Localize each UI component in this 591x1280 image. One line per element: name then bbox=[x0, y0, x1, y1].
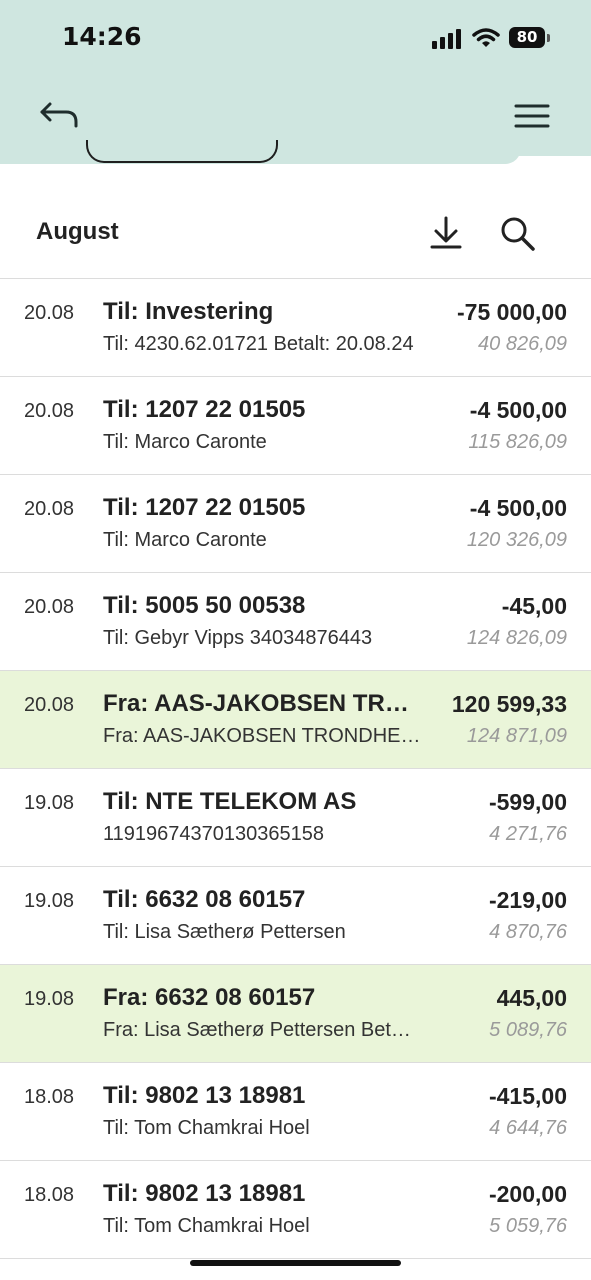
transaction-row[interactable]: 18.08 Til: 9802 13 18981 Til: Tom Chamkrai… bbox=[0, 1161, 591, 1259]
transaction-amount: -219,00 bbox=[488, 887, 567, 913]
transaction-date: 20.08 bbox=[24, 596, 75, 618]
transaction-title: Til: 1207 22 01505 bbox=[103, 396, 306, 423]
transaction-row[interactable]: 20.08 Til: Investering Til: 4230.62.01721 … bbox=[0, 279, 591, 377]
transaction-amount: -4 500,00 bbox=[469, 495, 567, 521]
hamburger-menu-icon[interactable] bbox=[512, 100, 552, 134]
transaction-balance: 124 871,09 bbox=[466, 725, 567, 747]
transaction-balance: 115 826,09 bbox=[468, 431, 567, 453]
transaction-row[interactable]: 19.08 Fra: 6632 08 60157 Fra: Lisa Sætherø… bbox=[0, 965, 591, 1063]
transaction-row[interactable]: 20.08 Til: 5005 50 00538 Til: Gebyr Vipps … bbox=[0, 573, 591, 671]
month-bar: August bbox=[0, 164, 591, 279]
transaction-description: Fra: Lisa Sætherø Pettersen Betalt: 19.0… bbox=[103, 1019, 421, 1041]
download-icon[interactable] bbox=[426, 214, 466, 252]
transaction-row[interactable]: 20.08 Til: 1207 22 01505 Til: Marco Caront… bbox=[0, 475, 591, 573]
transaction-amount: -415,00 bbox=[488, 1083, 567, 1109]
transaction-amount: -200,00 bbox=[488, 1181, 567, 1207]
transaction-title: Til: 9802 13 18981 bbox=[103, 1180, 306, 1207]
transaction-row[interactable]: 20.08 Fra: AAS-JAKOBSEN TRONDHEIM Fra: AAS… bbox=[0, 671, 591, 769]
transaction-amount: 120 599,33 bbox=[451, 691, 567, 717]
transaction-amount: -75 000,00 bbox=[457, 299, 567, 325]
transaction-title: Til: 9802 13 18981 bbox=[103, 1082, 306, 1109]
transaction-description: Til: Tom Chamkrai Hoel bbox=[103, 1215, 310, 1237]
transaction-date: 20.08 bbox=[24, 302, 75, 324]
back-arrow-icon[interactable] bbox=[38, 98, 82, 134]
transaction-date: 19.08 bbox=[24, 988, 75, 1010]
month-title: August bbox=[36, 218, 119, 245]
transaction-description: Til: 4230.62.01721 Betalt: 20.08.24 bbox=[103, 333, 414, 355]
transaction-amount: -599,00 bbox=[488, 789, 567, 815]
transaction-description: Fra: AAS-JAKOBSEN TRONDHEIM AS bbox=[103, 725, 421, 747]
transaction-title: Til: Investering bbox=[103, 298, 274, 325]
transaction-balance: 40 826,09 bbox=[478, 333, 567, 355]
transaction-title: Fra: 6632 08 60157 bbox=[103, 984, 316, 1011]
transaction-balance: 4 644,76 bbox=[489, 1117, 567, 1139]
transaction-description: Til: Marco Caronte bbox=[103, 431, 267, 453]
wifi-icon bbox=[472, 28, 500, 47]
transaction-description: 1191967437013036515​8 bbox=[103, 823, 324, 845]
transaction-description: Til: Lisa Sætherø Pettersen bbox=[103, 921, 346, 943]
transaction-row[interactable]: 18.08 Til: 9802 13 18981 Til: Tom Chamkrai… bbox=[0, 1063, 591, 1161]
transaction-date: 20.08 bbox=[24, 694, 75, 716]
transaction-title: Fra: AAS-JAKOBSEN TRONDHEIM bbox=[103, 690, 418, 717]
transaction-title: Til: 1207 22 01505 bbox=[103, 494, 306, 521]
transaction-row[interactable]: 19.08 Til: NTE TELEKOM AS 1191967437013036… bbox=[0, 769, 591, 867]
transaction-row[interactable]: 20.08 Til: 1207 22 01505 Til: Marco Caront… bbox=[0, 377, 591, 475]
battery-nub bbox=[547, 34, 550, 42]
transaction-balance: 4 271,76 bbox=[489, 823, 567, 845]
transaction-amount: 445,00 bbox=[496, 985, 567, 1011]
scrolled-pill-button[interactable] bbox=[86, 140, 278, 163]
transaction-date: 20.08 bbox=[24, 498, 75, 520]
transaction-date: 18.08 bbox=[24, 1184, 75, 1206]
transaction-balance: 124 826,09 bbox=[466, 627, 567, 649]
transaction-date: 18.08 bbox=[24, 1086, 75, 1108]
app-header: 14:26 80 bbox=[0, 0, 591, 156]
transaction-date: 19.08 bbox=[24, 792, 75, 814]
transaction-date: 20.08 bbox=[24, 400, 75, 422]
battery-icon: 80 bbox=[509, 27, 545, 48]
transaction-list: 20.08 Til: Investering Til: 4230.62.01721 … bbox=[0, 279, 591, 1259]
transaction-amount: -45,00 bbox=[501, 593, 567, 619]
home-indicator[interactable] bbox=[190, 1260, 401, 1266]
search-icon[interactable] bbox=[498, 214, 538, 252]
transaction-description: Til: Tom Chamkrai Hoel bbox=[103, 1117, 310, 1139]
transaction-balance: 5 089,76 bbox=[489, 1019, 567, 1041]
transaction-description: Til: Marco Caronte bbox=[103, 529, 267, 551]
transaction-title: Til: 6632 08 60157 bbox=[103, 886, 306, 913]
transaction-description: Til: Gebyr Vipps 34034876443 bbox=[103, 627, 373, 649]
transaction-balance: 4 870,76 bbox=[489, 921, 567, 943]
cellular-signal-icon bbox=[432, 27, 462, 49]
transaction-title: Til: 5005 50 00538 bbox=[103, 592, 306, 619]
transaction-date: 19.08 bbox=[24, 890, 75, 912]
transaction-balance: 120 326,09 bbox=[466, 529, 567, 551]
transaction-balance: 5 059,76 bbox=[489, 1215, 567, 1237]
transaction-amount: -4 500,00 bbox=[469, 397, 567, 423]
status-time: 14:26 bbox=[62, 22, 142, 51]
transaction-title: Til: NTE TELEKOM AS bbox=[103, 788, 357, 815]
transaction-row[interactable]: 19.08 Til: 6632 08 60157 Til: Lisa Sætherø… bbox=[0, 867, 591, 965]
